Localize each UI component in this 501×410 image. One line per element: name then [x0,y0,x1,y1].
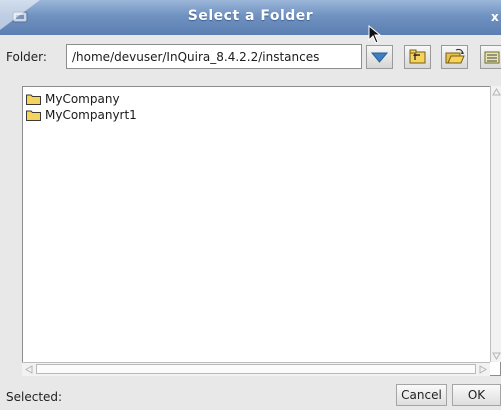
up-folder-icon [409,49,426,64]
list-item-label: MyCompany [45,92,120,106]
select-folder-dialog: Select a Folder x Folder: /home/devuser/… [0,0,501,410]
mouse-cursor-icon [368,25,382,44]
list-item-label: MyCompanyrt1 [45,108,137,122]
scroll-up-icon [492,88,501,96]
folder-label: Folder: [6,50,47,64]
window-title: Select a Folder [187,8,314,24]
folder-icon [26,94,41,105]
open-folder-icon [445,48,465,64]
corner-watermark [0,0,40,30]
folder-icon [26,110,41,121]
scroll-down-icon [492,352,501,360]
scroll-right-icon [479,365,487,374]
selected-label: Selected: [6,390,63,404]
folder-list[interactable]: MyCompany MyCompanyrt1 [22,86,501,376]
horizontal-scrollbar[interactable] [22,362,490,376]
folder-list-icon [484,51,500,64]
cancel-button[interactable]: Cancel [396,384,447,406]
up-folder-button[interactable] [404,45,431,69]
folder-path-input[interactable] [66,44,362,69]
view-button[interactable] [480,45,501,69]
open-folder-button[interactable] [441,45,468,69]
vertical-scrollbar[interactable] [490,86,501,362]
scroll-left-icon [25,365,33,374]
folder-dropdown-button[interactable] [366,45,393,69]
chevron-down-icon [370,52,389,63]
scrollbar-thumb[interactable] [36,364,476,374]
ok-button[interactable]: OK [452,384,501,406]
title-bar[interactable]: Select a Folder x [0,0,501,35]
close-button[interactable]: x [491,10,501,26]
